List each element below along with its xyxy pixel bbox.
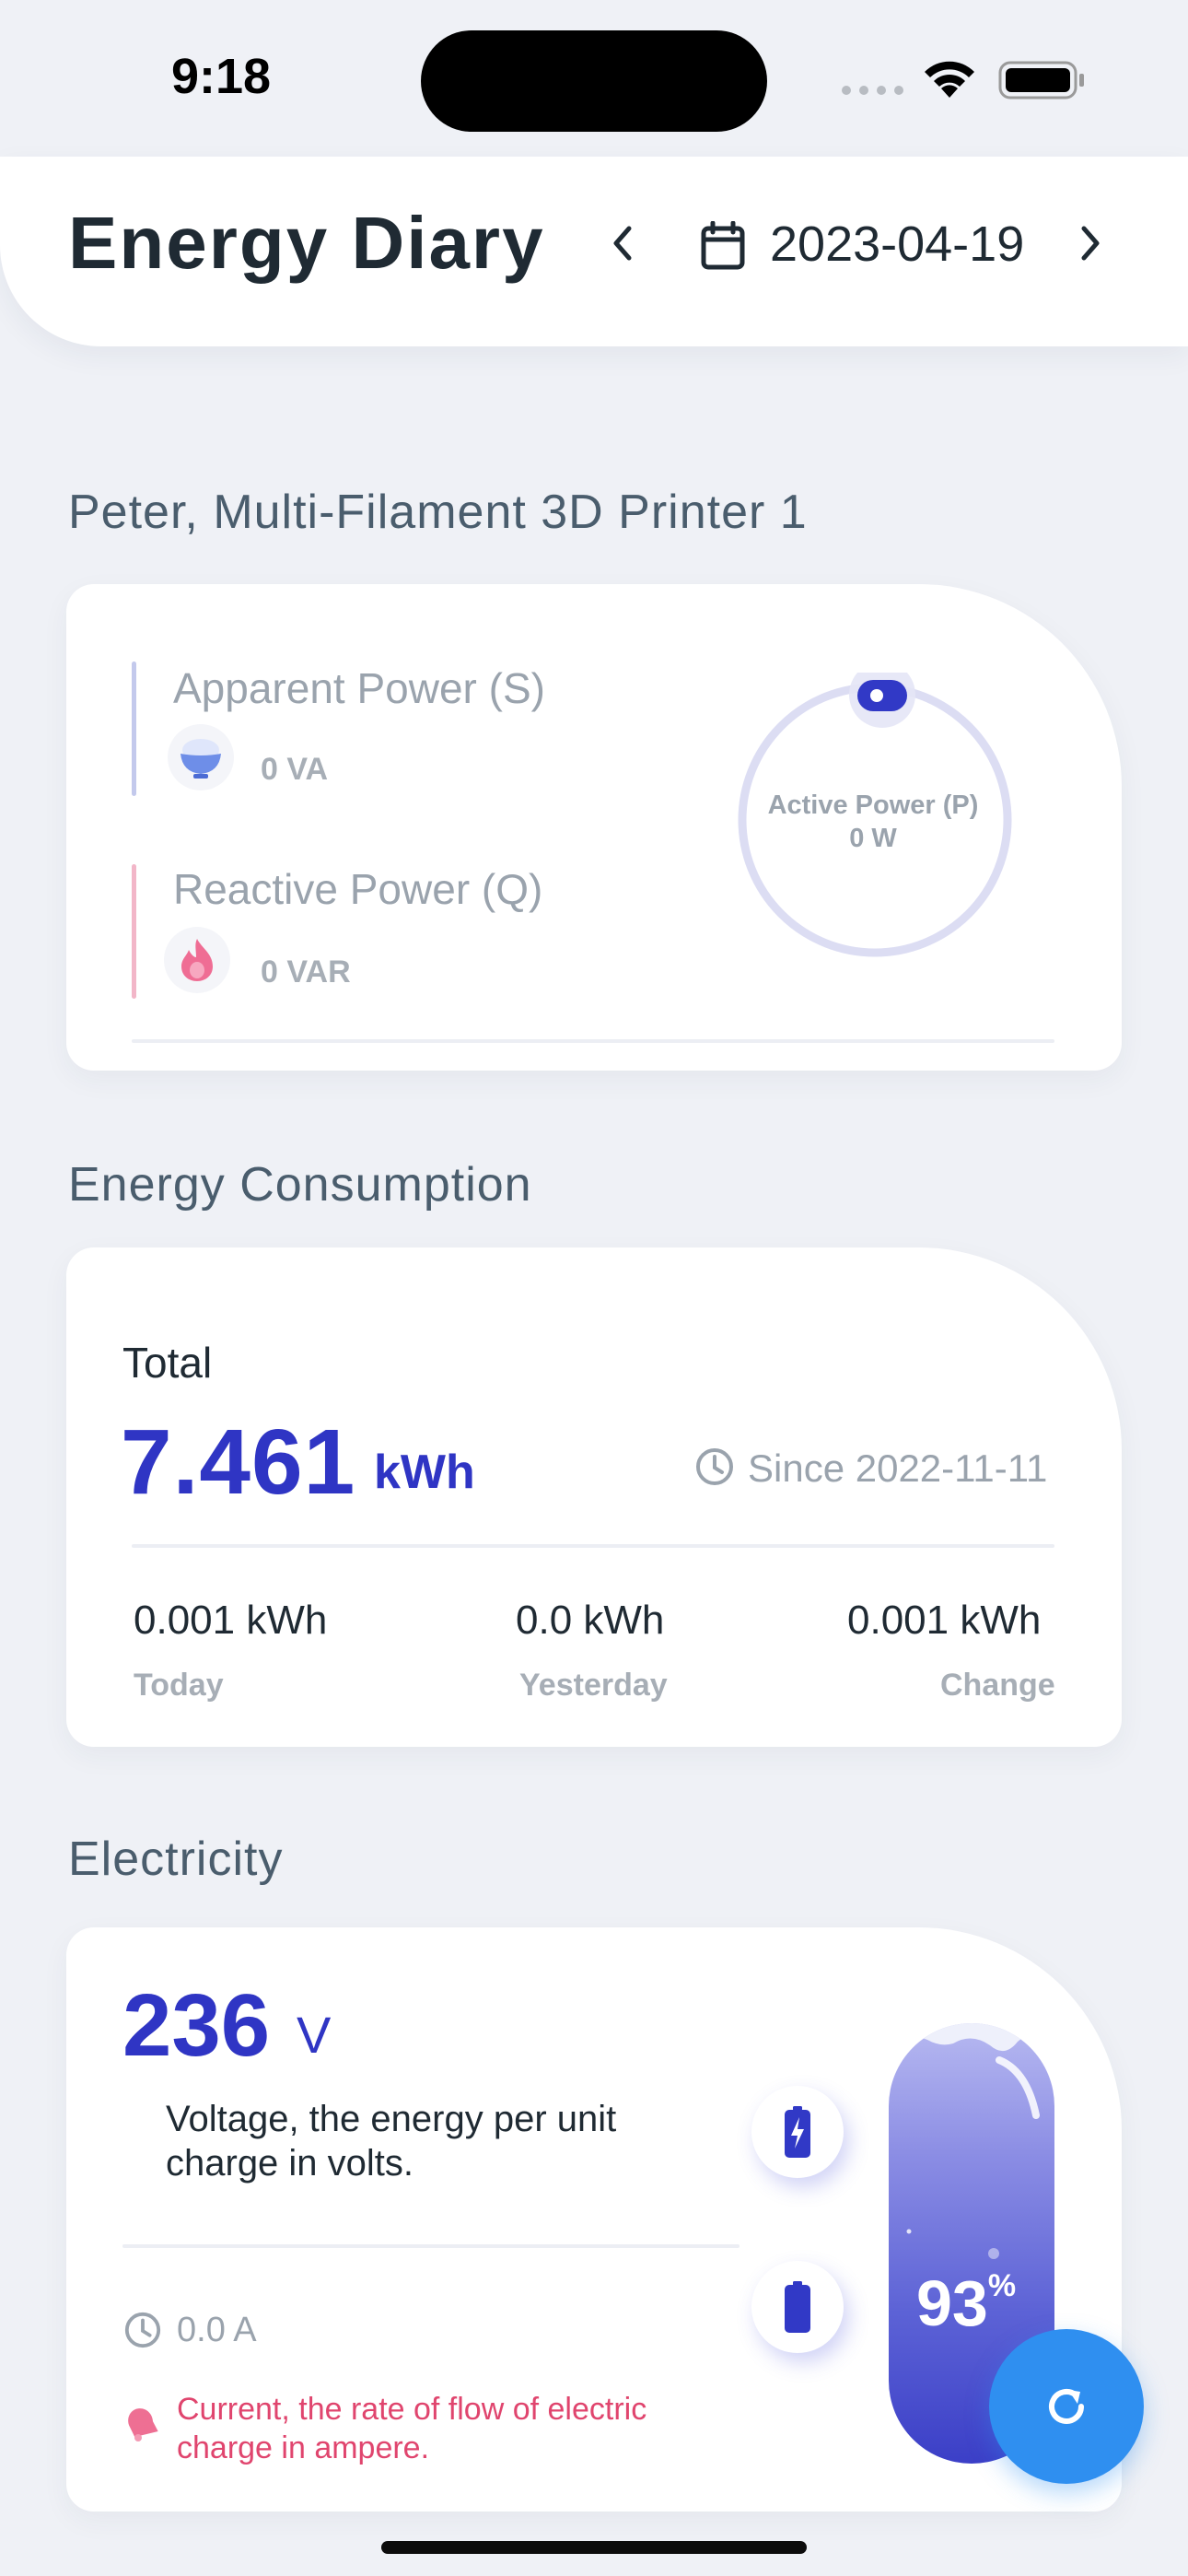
voltage-unit: V [297, 2006, 332, 2064]
clock-icon [124, 2312, 161, 2348]
total-label: Total [122, 1339, 213, 1387]
rice-bowl-icon [168, 724, 234, 790]
apparent-power-value: 0 VA [261, 752, 329, 787]
voltage-description: Voltage, the energy per unit charge in v… [166, 2099, 617, 2184]
battery-charging-icon [785, 2106, 810, 2158]
previous-date-button[interactable] [597, 217, 648, 269]
battery-icon [785, 2281, 810, 2333]
stat-today-value: 0.001 kWh [134, 1598, 328, 1643]
dynamic-island [421, 30, 767, 132]
voltage-value: 236 [122, 1976, 271, 2075]
refresh-button[interactable] [989, 2329, 1144, 2484]
electricity-section-title: Electricity [68, 1832, 284, 1886]
page-title: Energy Diary [68, 202, 545, 284]
device-section-title: Peter, Multi-Filament 3D Printer 1 [68, 486, 808, 539]
refresh-icon [1049, 2389, 1084, 2424]
charging-button[interactable] [751, 2086, 844, 2178]
active-power-label: Active Power (P) [767, 790, 979, 820]
wifi-icon [925, 61, 974, 98]
bell-icon [128, 2408, 158, 2441]
chevron-left-icon [613, 226, 632, 261]
consumption-divider [132, 1544, 1054, 1548]
battery-percent-value: 93 [916, 2267, 988, 2339]
consumption-section-title: Energy Consumption [68, 1158, 532, 1212]
reactive-power-value: 0 VAR [261, 954, 351, 989]
battery-button[interactable] [751, 2261, 844, 2353]
stat-yesterday-label: Yesterday [519, 1668, 668, 1703]
stat-change-value: 0.001 kWh [847, 1598, 1042, 1643]
calendar-icon[interactable] [700, 221, 746, 271]
home-indicator[interactable] [381, 2541, 807, 2554]
chevron-right-icon [1081, 226, 1100, 261]
since-date: Since 2022-11-11 [748, 1446, 1048, 1490]
status-time: 9:18 [171, 49, 272, 104]
battery-percent: 93% [916, 2266, 1016, 2340]
stat-today-label: Today [134, 1668, 224, 1703]
active-power-value: 0 W [849, 824, 897, 853]
battery-status-icon [998, 61, 1084, 100]
total-value: 7.461 [121, 1411, 356, 1514]
total-unit: kWh [374, 1446, 475, 1499]
reactive-power-label: Reactive Power (Q) [173, 865, 543, 913]
next-date-button[interactable] [1065, 217, 1116, 269]
cellular-signal-icon [842, 86, 903, 95]
current-value: 0.0 A [177, 2311, 257, 2349]
current-description: Current, the rate of flow of electric ch… [177, 2392, 647, 2465]
flame-icon [164, 927, 230, 993]
clock-icon [696, 1448, 733, 1485]
battery-percent-sign: % [987, 2268, 1017, 2303]
stat-yesterday-value: 0.0 kWh [516, 1598, 665, 1643]
apparent-power-label: Apparent Power (S) [173, 664, 545, 712]
reactive-power-bar [132, 864, 136, 999]
electricity-divider [122, 2244, 740, 2248]
selected-date[interactable]: 2023-04-19 [770, 216, 1024, 273]
stat-change-label: Change [940, 1668, 1055, 1703]
power-card-divider [132, 1039, 1054, 1043]
apparent-power-bar [132, 662, 136, 796]
